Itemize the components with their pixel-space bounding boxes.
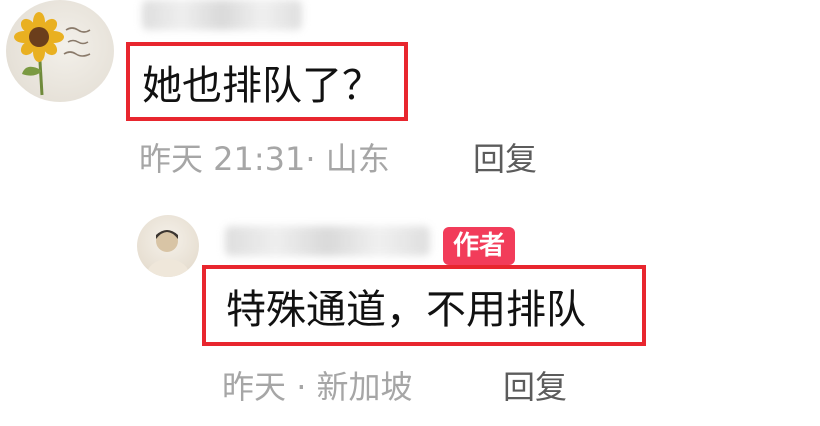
author-avatar[interactable] xyxy=(137,215,199,277)
commenter-avatar[interactable] xyxy=(6,0,114,102)
reply-text: 特殊通道，不用排队 xyxy=(226,286,586,333)
comment-location: 山东 xyxy=(325,140,390,178)
reply-time: 昨天 xyxy=(222,368,287,406)
person-icon xyxy=(146,230,190,277)
commenter-username[interactable] xyxy=(142,0,302,30)
sunflower-icon xyxy=(14,12,91,96)
comment-meta: 昨天 21:31· 山东 xyxy=(139,140,390,178)
reply-button[interactable]: 回复 xyxy=(473,134,537,180)
author-badge: 作者 xyxy=(443,227,516,265)
comment-time: 昨天 21:31 xyxy=(139,140,306,178)
reply-meta: 昨天 · 新加坡 xyxy=(222,368,413,406)
reply-highlight-box: 特殊通道，不用排队 xyxy=(202,265,646,346)
comment-text: 她也排队了？ xyxy=(142,62,382,109)
reply-button[interactable]: 回复 xyxy=(503,362,567,408)
author-username[interactable] xyxy=(225,226,430,256)
comment-highlight-box: 她也排队了？ xyxy=(126,42,408,121)
reply-location: 新加坡 xyxy=(316,368,413,406)
